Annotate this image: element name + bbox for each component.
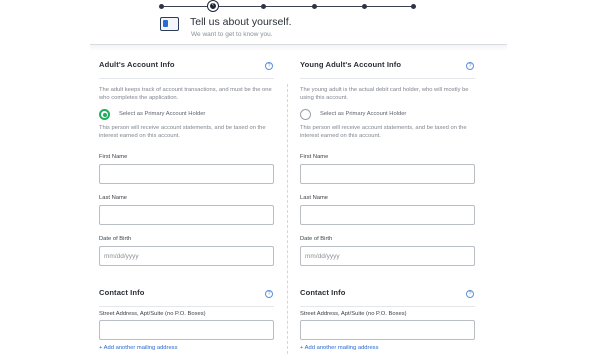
- young-dob-label: Date of Birth: [300, 236, 333, 242]
- young-description: The young adult is the actual debit card…: [300, 87, 469, 101]
- adult-last-name-input[interactable]: [99, 205, 274, 225]
- adult-section-title: Adult's Account Info: [99, 60, 175, 69]
- adult-last-name-label: Last Name: [99, 195, 128, 201]
- page-title: Tell us about yourself.: [190, 16, 292, 28]
- chevron-left-icon: ‹: [212, 2, 214, 8]
- adult-contact-title: Contact Info: [99, 288, 145, 297]
- adult-primary-holder-option[interactable]: Select as Primary Account Holder: [99, 108, 284, 122]
- step-1-dot: [159, 4, 164, 9]
- help-icon[interactable]: ?: [265, 62, 273, 70]
- adult-contact-head-row: Contact Info ?: [99, 288, 284, 302]
- young-contact-title: Contact Info: [300, 288, 346, 297]
- stepper-track: [161, 6, 415, 7]
- young-first-name-label: First Name: [300, 154, 329, 160]
- young-section-title: Young Adult's Account Info: [300, 60, 402, 69]
- young-contact-header: Contact Info ?: [300, 288, 485, 307]
- step-3-dot: [261, 4, 266, 9]
- adult-note: This person will receive account stateme…: [99, 125, 266, 139]
- young-add-address-link[interactable]: + Add another mailing address: [300, 345, 378, 351]
- adult-first-name-input[interactable]: [99, 164, 274, 184]
- young-street-input[interactable]: [300, 320, 475, 340]
- section-rule: [99, 306, 274, 307]
- adult-contact-header: Contact Info ?: [99, 288, 284, 307]
- adult-primary-radio[interactable]: [99, 109, 110, 120]
- young-first-name-input[interactable]: [300, 164, 475, 184]
- adult-street-input[interactable]: [99, 320, 274, 340]
- progress-stepper: ‹: [159, 0, 417, 14]
- adult-dob-label: Date of Birth: [99, 236, 132, 242]
- help-icon[interactable]: ?: [265, 290, 273, 298]
- step-6-dot: [411, 4, 416, 9]
- young-contact-head-row: Contact Info ?: [300, 288, 485, 302]
- adult-primary-radio-label: Select as Primary Account Holder: [119, 111, 206, 117]
- id-card-icon: [160, 17, 179, 31]
- young-primary-radio-label: Select as Primary Account Holder: [320, 111, 407, 117]
- young-dob-input[interactable]: [300, 246, 475, 266]
- young-primary-radio[interactable]: [300, 109, 311, 120]
- young-street-label: Street Address, Apt/Suite (no P.O. Boxes…: [300, 311, 407, 317]
- step-5-dot: [362, 4, 367, 9]
- column-divider: [287, 84, 288, 354]
- section-rule: [99, 78, 274, 79]
- header-shadow: [90, 45, 507, 51]
- young-primary-holder-option[interactable]: Select as Primary Account Holder: [300, 108, 485, 122]
- adult-account-section: Adult's Account Info ? The adult keeps t…: [99, 60, 284, 140]
- page-subtitle: We want to get to know you.: [191, 31, 273, 38]
- young-note: This person will receive account stateme…: [300, 125, 467, 139]
- adult-add-address-link[interactable]: + Add another mailing address: [99, 345, 177, 351]
- step-2-current-dot: ‹: [208, 1, 218, 11]
- help-icon[interactable]: ?: [466, 62, 474, 70]
- adult-street-label: Street Address, Apt/Suite (no P.O. Boxes…: [99, 311, 206, 317]
- section-rule: [300, 306, 475, 307]
- section-rule: [300, 78, 475, 79]
- adult-first-name-label: First Name: [99, 154, 128, 160]
- young-section-header: Young Adult's Account Info ?: [300, 60, 485, 74]
- adult-dob-input[interactable]: [99, 246, 274, 266]
- help-icon[interactable]: ?: [466, 290, 474, 298]
- page-header: Tell us about yourself. We want to get t…: [0, 14, 600, 44]
- young-last-name-input[interactable]: [300, 205, 475, 225]
- adult-description: The adult keeps track of account transac…: [99, 87, 272, 101]
- young-adult-account-section: Young Adult's Account Info ? The young a…: [300, 60, 485, 140]
- young-last-name-label: Last Name: [300, 195, 329, 201]
- step-4-dot: [312, 4, 317, 9]
- adult-section-header: Adult's Account Info ?: [99, 60, 284, 74]
